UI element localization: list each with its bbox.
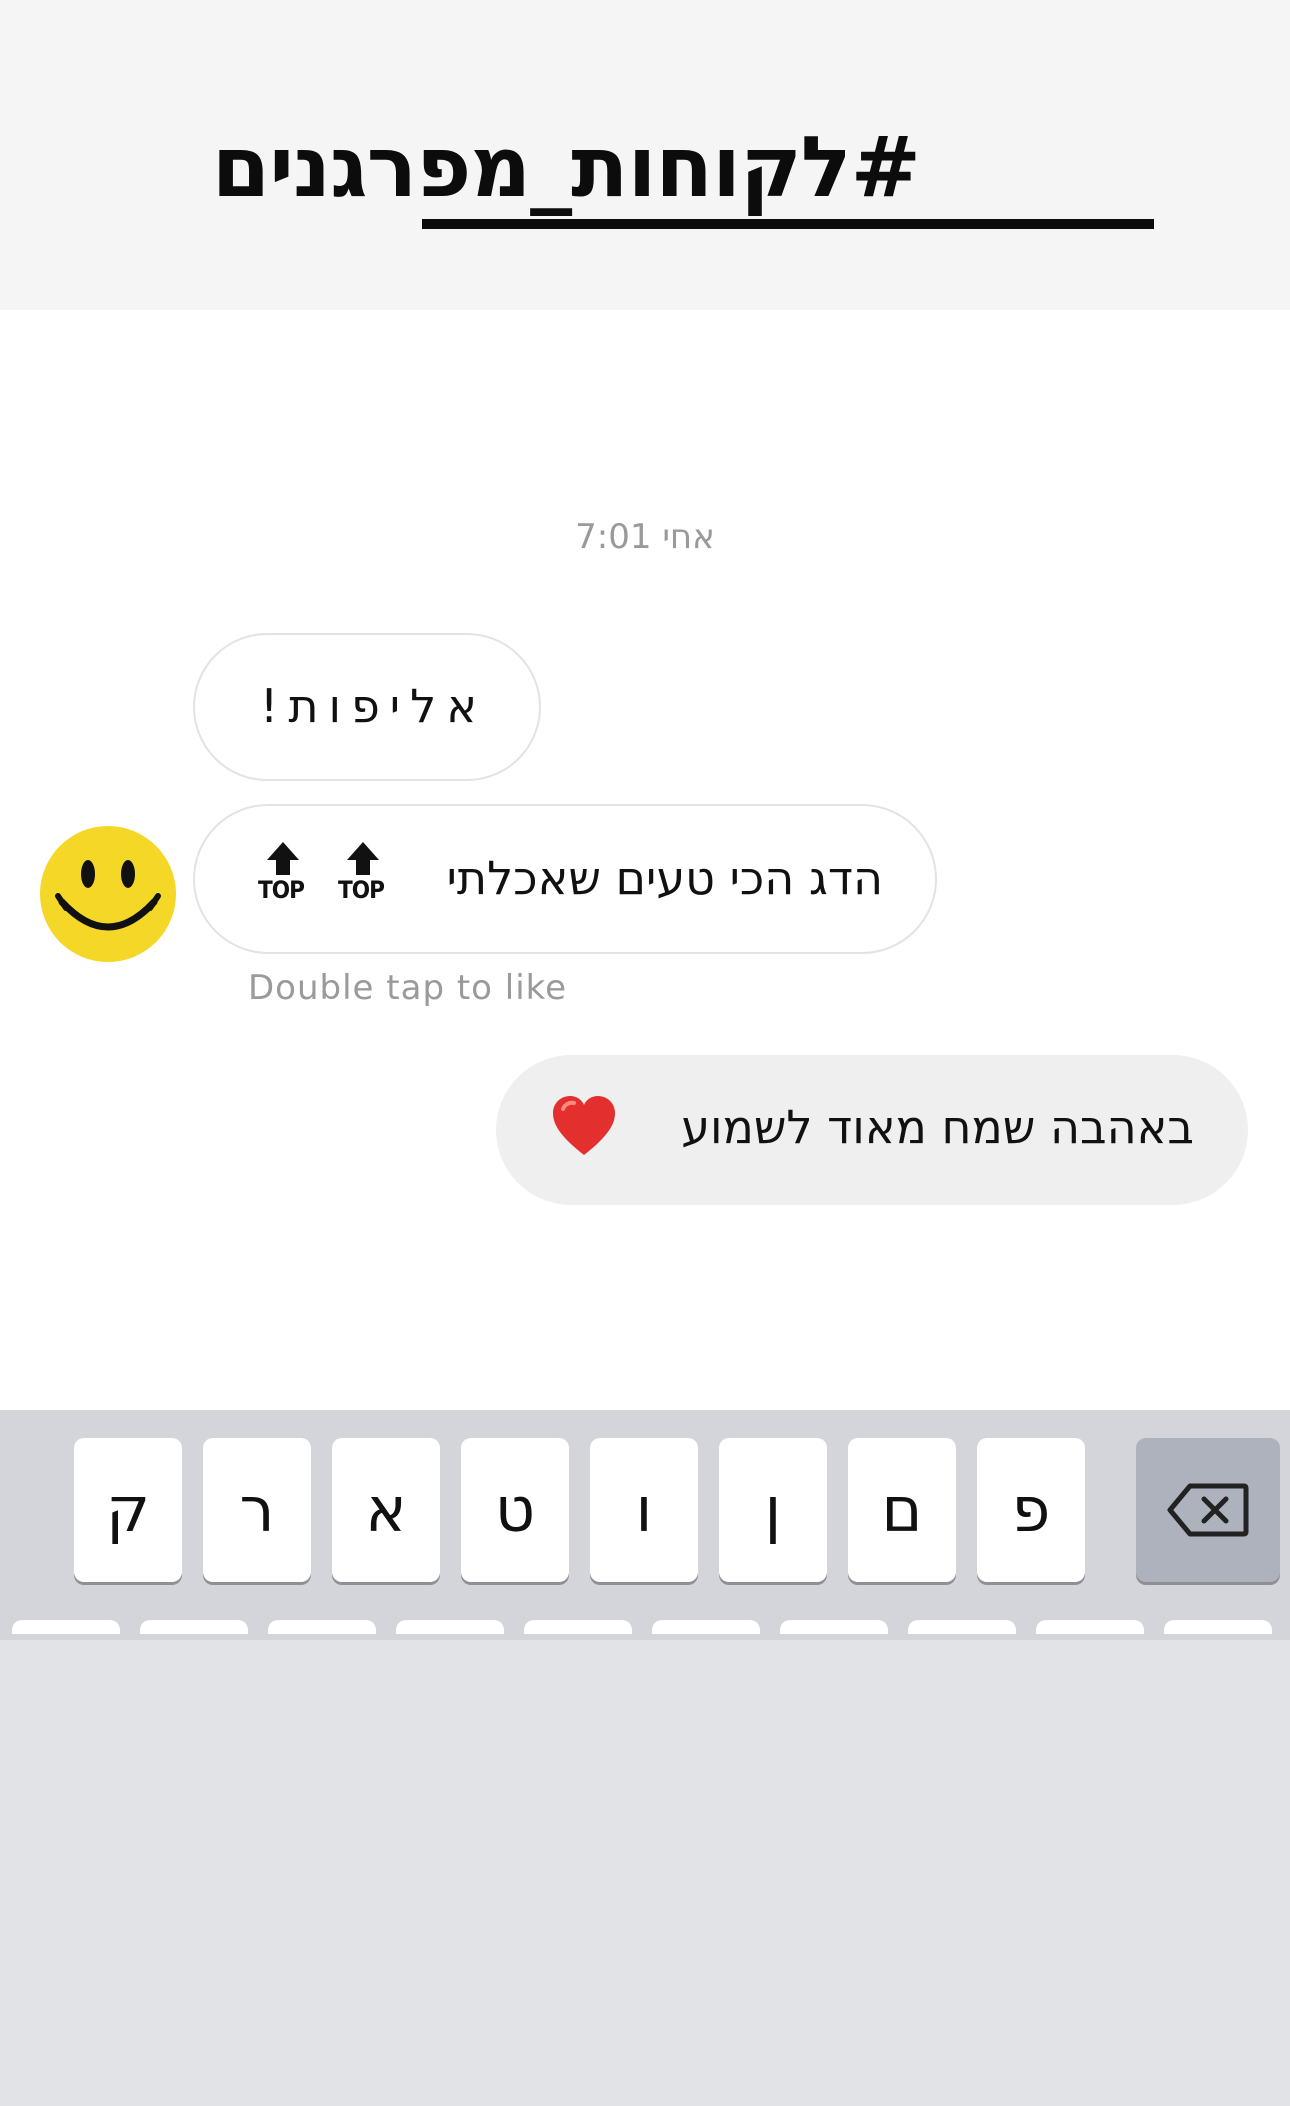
top-arrow-icon: TOP [255, 842, 307, 912]
key[interactable]: ו [590, 1438, 698, 1582]
outgoing-message-text: באהבה שמח מאוד לשמוע [681, 1100, 1194, 1154]
key-row2-peek [908, 1620, 1016, 1634]
incoming-message-bubble[interactable]: אליפות! [193, 633, 541, 781]
key[interactable]: ט [461, 1438, 569, 1582]
keyboard: ק ר א ט ו ן ם פ [0, 1410, 1290, 2106]
key-row2-peek [780, 1620, 888, 1634]
key-row2-peek [1036, 1620, 1144, 1634]
key[interactable]: ן [719, 1438, 827, 1582]
headline-hashtag: #לקוחות_מפרגנים [211, 118, 921, 216]
key[interactable]: פ [977, 1438, 1085, 1582]
key-row2-peek [396, 1620, 504, 1634]
chat-thread: 7:01 אחי אליפות! הדג הכי טעים שאכלתי TOP… [0, 310, 1290, 1690]
backspace-icon [1167, 1483, 1249, 1537]
key-row2-peek [652, 1620, 760, 1634]
incoming-message-bubble[interactable]: הדג הכי טעים שאכלתי TOP TOP [193, 804, 937, 954]
double-tap-hint: Double tap to like [248, 968, 568, 1008]
outgoing-message-bubble[interactable]: באהבה שמח מאוד לשמוע [496, 1055, 1248, 1205]
key[interactable]: ק [74, 1438, 182, 1582]
top-arrow-icon: TOP [335, 842, 387, 912]
headline-underline [422, 219, 1154, 229]
key[interactable]: ר [203, 1438, 311, 1582]
key[interactable]: ם [848, 1438, 956, 1582]
key-row2-peek [268, 1620, 376, 1634]
message-timestamp: 7:01 אחי [575, 517, 715, 557]
key-row2-peek [1164, 1620, 1272, 1634]
incoming-message-text: אליפות! [259, 679, 487, 733]
key[interactable]: א [332, 1438, 440, 1582]
top-badge-label: TOP [338, 876, 385, 904]
incoming-message-text: הדג הכי טעים שאכלתי [446, 851, 883, 905]
delete-key[interactable] [1136, 1438, 1280, 1582]
keyboard-lower-area [0, 1640, 1290, 2106]
key-row2-peek [140, 1620, 248, 1634]
headline-block: #לקוחות_מפרגנים [0, 0, 1290, 310]
heart-icon [553, 1096, 615, 1155]
key-row2-peek [524, 1620, 632, 1634]
smiley-avatar-icon[interactable] [38, 824, 178, 964]
top-badge-label: TOP [258, 876, 305, 904]
key-row2-peek [12, 1620, 120, 1634]
